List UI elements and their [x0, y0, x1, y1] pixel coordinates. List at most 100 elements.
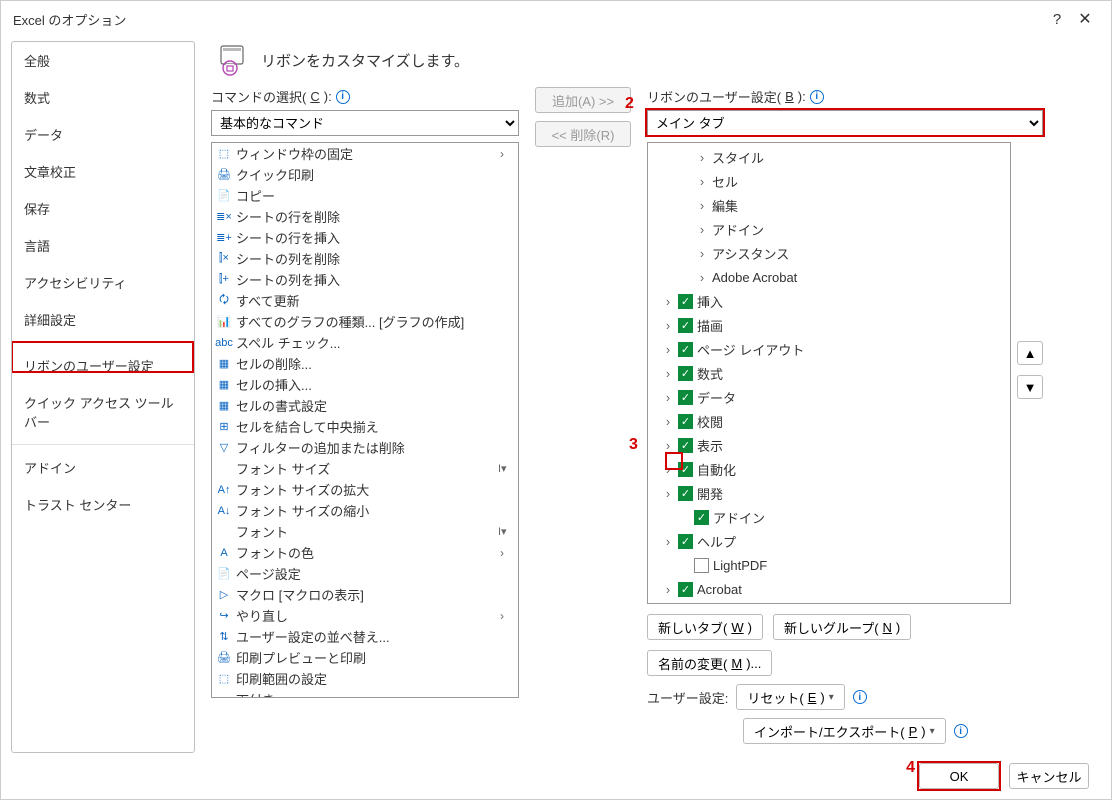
- remove-button[interactable]: << 削除(R): [535, 121, 631, 147]
- list-item[interactable]: abcスペル チェック...: [212, 332, 518, 353]
- tree-item[interactable]: ›スタイル: [648, 145, 1010, 169]
- tree-item[interactable]: ›✓開発: [648, 481, 1010, 505]
- ribbon-tree[interactable]: ›スタイル›セル›編集›アドイン›アシスタンス›Adobe Acrobat›✓挿…: [647, 142, 1011, 604]
- list-item[interactable]: ▷マクロ [マクロの表示]: [212, 584, 518, 605]
- sidebar-item[interactable]: 文章校正: [12, 153, 194, 190]
- tree-item[interactable]: ✓アドイン: [648, 505, 1010, 529]
- tree-item[interactable]: ›セル: [648, 169, 1010, 193]
- sidebar-item[interactable]: 保存: [12, 190, 194, 227]
- list-item[interactable]: ≣×シートの行を削除: [212, 206, 518, 227]
- list-item[interactable]: フォントI▾: [212, 521, 518, 542]
- list-item[interactable]: ▦セルの挿入...: [212, 374, 518, 395]
- new-tab-button[interactable]: 新しいタブ(W): [647, 614, 763, 640]
- expand-icon[interactable]: ›: [696, 174, 708, 189]
- help-icon[interactable]: ?: [1043, 11, 1071, 28]
- tree-item[interactable]: ›Adobe Acrobat: [648, 265, 1010, 289]
- ok-button[interactable]: OK: [919, 763, 999, 789]
- list-item[interactable]: 🖨クイック印刷: [212, 164, 518, 185]
- tree-item[interactable]: ›✓描画: [648, 313, 1010, 337]
- sidebar-item[interactable]: クイック アクセス ツール バー: [12, 384, 194, 440]
- list-item[interactable]: Aフォントの色›: [212, 542, 518, 563]
- list-item[interactable]: ⫿×シートの列を削除: [212, 248, 518, 269]
- list-item[interactable]: ≣+シートの行を挿入: [212, 227, 518, 248]
- info-icon[interactable]: i: [810, 90, 824, 104]
- tree-checkbox[interactable]: [694, 558, 709, 573]
- info-icon[interactable]: i: [954, 724, 968, 738]
- expand-icon[interactable]: ›: [662, 342, 674, 357]
- rename-button[interactable]: 名前の変更(M)...: [647, 650, 772, 676]
- expand-icon[interactable]: ›: [662, 294, 674, 309]
- expand-icon[interactable]: ›: [662, 390, 674, 405]
- sub-combo-icon[interactable]: I▾: [498, 462, 514, 475]
- tree-item[interactable]: ›✓Acrobat: [648, 577, 1010, 601]
- list-item[interactable]: ▦セルの書式設定: [212, 395, 518, 416]
- sidebar-item[interactable]: 言語: [12, 227, 194, 264]
- sidebar-item[interactable]: 詳細設定: [12, 301, 194, 338]
- add-button[interactable]: 追加(A) >>: [535, 87, 631, 113]
- tree-item[interactable]: ›✓ページ レイアウト: [648, 337, 1010, 361]
- expand-icon[interactable]: ›: [662, 582, 674, 597]
- ribbon-target-combo[interactable]: メイン タブ: [647, 110, 1043, 136]
- list-item[interactable]: x₂下付き: [212, 689, 518, 698]
- tree-item[interactable]: ›✓表示: [648, 433, 1010, 457]
- expand-icon[interactable]: ›: [696, 270, 708, 285]
- expand-icon[interactable]: ›: [696, 150, 708, 165]
- sidebar-item[interactable]: 全般: [12, 42, 194, 79]
- move-up-button[interactable]: ▲: [1017, 341, 1043, 365]
- reset-button[interactable]: リセット(E)▾: [736, 684, 844, 710]
- list-item[interactable]: A↓フォント サイズの縮小: [212, 500, 518, 521]
- tree-item[interactable]: ›✓数式: [648, 361, 1010, 385]
- expand-icon[interactable]: ›: [662, 486, 674, 501]
- list-item[interactable]: ▦セルの削除...: [212, 353, 518, 374]
- list-item[interactable]: ↪やり直し›: [212, 605, 518, 626]
- tree-item[interactable]: ›✓ヘルプ: [648, 529, 1010, 553]
- list-item[interactable]: 📄ページ設定: [212, 563, 518, 584]
- expand-icon[interactable]: ›: [662, 366, 674, 381]
- list-item[interactable]: 🖨印刷プレビューと印刷: [212, 647, 518, 668]
- sidebar-item[interactable]: アドイン: [12, 444, 194, 486]
- sidebar-item[interactable]: 数式: [12, 79, 194, 116]
- expand-icon[interactable]: ›: [696, 198, 708, 213]
- list-item[interactable]: 📄コピー: [212, 185, 518, 206]
- expand-icon[interactable]: ›: [662, 318, 674, 333]
- import-export-button[interactable]: インポート/エクスポート(P)▾: [743, 718, 946, 744]
- expand-icon[interactable]: ›: [662, 414, 674, 429]
- list-item[interactable]: ⊞セルを結合して中央揃え: [212, 416, 518, 437]
- tree-checkbox[interactable]: ✓: [678, 294, 693, 309]
- list-item[interactable]: フォント サイズI▾: [212, 458, 518, 479]
- tree-item[interactable]: ›✓データ: [648, 385, 1010, 409]
- list-item[interactable]: ⫿+シートの列を挿入: [212, 269, 518, 290]
- sidebar-item[interactable]: リボンのユーザー設定: [12, 342, 194, 384]
- info-icon[interactable]: i: [853, 690, 867, 704]
- tree-checkbox[interactable]: ✓: [678, 414, 693, 429]
- expand-icon[interactable]: ›: [662, 462, 674, 477]
- expand-icon[interactable]: ›: [696, 222, 708, 237]
- expand-icon[interactable]: ›: [662, 534, 674, 549]
- cancel-button[interactable]: キャンセル: [1009, 763, 1089, 789]
- sub-combo-icon[interactable]: I▾: [498, 525, 514, 538]
- tree-item[interactable]: ›アドイン: [648, 217, 1010, 241]
- new-group-button[interactable]: 新しいグループ(N): [773, 614, 911, 640]
- tree-checkbox[interactable]: ✓: [678, 366, 693, 381]
- info-icon[interactable]: i: [336, 90, 350, 104]
- tree-checkbox[interactable]: ✓: [678, 438, 693, 453]
- close-icon[interactable]: ✕: [1071, 9, 1099, 29]
- list-item[interactable]: 🗘すべて更新: [212, 290, 518, 311]
- tree-checkbox[interactable]: ✓: [678, 486, 693, 501]
- tree-checkbox[interactable]: ✓: [678, 390, 693, 405]
- tree-item[interactable]: ›アシスタンス: [648, 241, 1010, 265]
- expand-icon[interactable]: ›: [662, 438, 674, 453]
- list-item[interactable]: ⬚印刷範囲の設定: [212, 668, 518, 689]
- tree-checkbox[interactable]: ✓: [678, 582, 693, 597]
- list-item[interactable]: 📊すべてのグラフの種類... [グラフの作成]: [212, 311, 518, 332]
- sidebar-item[interactable]: アクセシビリティ: [12, 264, 194, 301]
- tree-item[interactable]: ›編集: [648, 193, 1010, 217]
- tree-item[interactable]: ›✓校閲: [648, 409, 1010, 433]
- list-item[interactable]: ⇅ユーザー設定の並べ替え...: [212, 626, 518, 647]
- tree-checkbox[interactable]: ✓: [678, 534, 693, 549]
- sidebar-item[interactable]: トラスト センター: [12, 486, 194, 523]
- list-item[interactable]: ⬚ウィンドウ枠の固定›: [212, 143, 518, 164]
- tree-checkbox[interactable]: ✓: [694, 510, 709, 525]
- expand-icon[interactable]: ›: [696, 246, 708, 261]
- tree-checkbox[interactable]: ✓: [678, 318, 693, 333]
